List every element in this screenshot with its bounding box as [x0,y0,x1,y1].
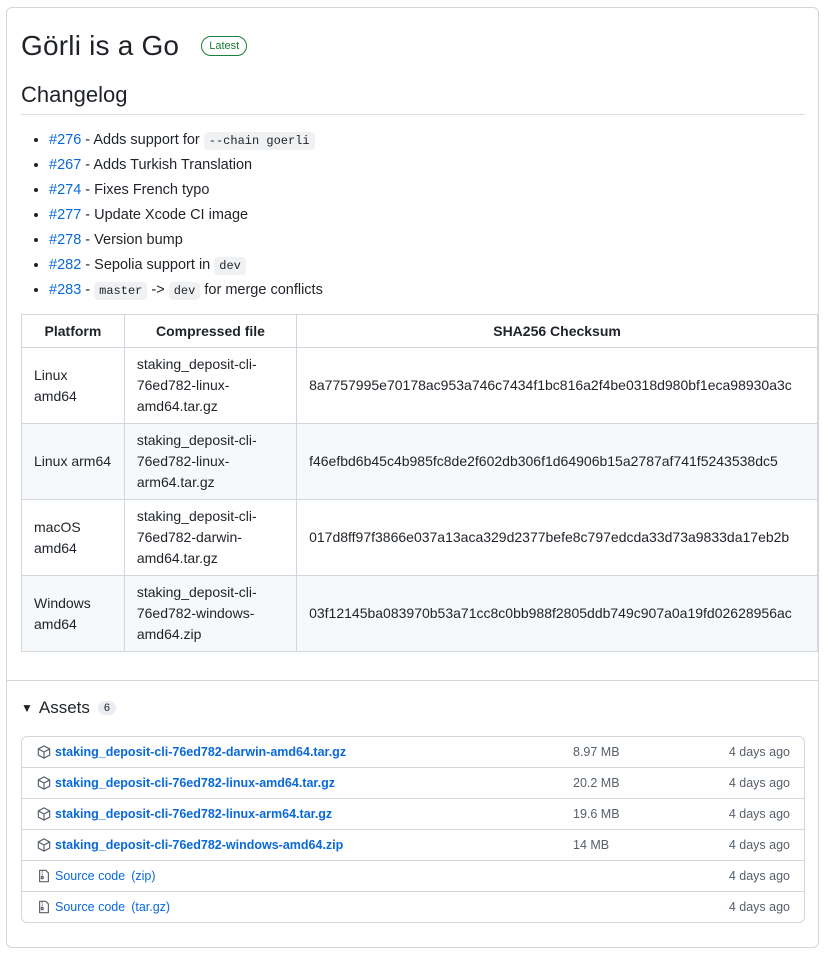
asset-date: 4 days ago [728,745,790,759]
changelog-item: #278 - Version bump [49,228,323,253]
asset-row: staking_deposit-cli-76ed782-linux-amd64.… [22,767,804,798]
table-row: Linux amd64 staking_deposit-cli-76ed782-… [21,347,818,424]
asset-size: 8.97 MB [573,745,620,759]
package-icon [37,838,51,852]
file-zip-icon [37,900,51,914]
asset-size: 20.2 MB [573,776,620,790]
changelog-item: #274 - Fixes French typo [49,178,323,203]
platform-cell: Linux arm64 [21,423,125,500]
sha-cell: 03f12145ba083970b53a71cc8c0bb988f2805ddb… [296,575,818,652]
column-header-platform: Platform [21,314,125,348]
asset-download-link[interactable]: staking_deposit-cli-76ed782-darwin-amd64… [55,745,346,759]
platform-cell: Linux amd64 [21,347,125,424]
source-code-link[interactable]: Source code [55,900,125,914]
inline-code: master [94,282,148,300]
changelog-item: #276 - Adds support for --chain goerli [49,128,323,153]
platform-cell: macOS amd64 [21,499,125,576]
assets-count-badge: 6 [97,701,117,715]
asset-size: 19.6 MB [573,807,620,821]
pr-link[interactable]: #276 [49,132,81,148]
source-format[interactable]: (zip) [131,869,155,883]
asset-date: 4 days ago [728,776,790,790]
release-title-row: Görli is a Go Latest [21,30,248,62]
package-icon [37,807,51,821]
column-header-checksum: SHA256 Checksum [296,314,818,348]
file-cell: staking_deposit-cli-76ed782-linux-amd64.… [123,347,298,424]
changelog-item: #277 - Update Xcode CI image [49,203,323,228]
changelog-text: - Adds Turkish Translation [81,157,253,173]
table-row: macOS amd64 staking_deposit-cli-76ed782-… [21,499,818,576]
changelog-item: #283 - master -> dev for merge conflicts [49,278,323,303]
changelog-text: - [81,282,95,298]
changelog-text: - Adds support for [81,132,204,148]
platform-cell: Windows amd64 [21,575,125,652]
caret-down-icon: ▼ [21,701,33,715]
source-code-link[interactable]: Source code [55,869,125,883]
changelog-item: #267 - Adds Turkish Translation [49,153,323,178]
changelog-text: for merge conflicts [200,282,323,298]
file-cell: staking_deposit-cli-76ed782-windows-amd6… [123,575,298,652]
section-divider [7,680,818,681]
asset-date: 4 days ago [728,807,790,821]
changelog-text: - Update Xcode CI image [81,207,249,223]
changelog-text: -> [147,282,169,298]
asset-size: 14 MB [573,838,610,852]
pr-link[interactable]: #267 [49,157,81,173]
asset-row: Source code (zip) 4 days ago [22,860,804,891]
file-zip-icon [37,869,51,883]
asset-row: staking_deposit-cli-76ed782-darwin-amd64… [22,737,804,767]
pr-link[interactable]: #277 [49,207,81,223]
sha-cell: f46efbd6b45c4b985fc8de2f602db306f1d64906… [296,423,818,500]
package-icon [37,776,51,790]
changelog-text: - Sepolia support in [81,257,215,273]
file-cell: staking_deposit-cli-76ed782-linux-arm64.… [123,423,298,500]
asset-download-link[interactable]: staking_deposit-cli-76ed782-linux-amd64.… [55,776,335,790]
pr-link[interactable]: #282 [49,257,81,273]
changelog-heading: Changelog [21,82,805,115]
inline-code: dev [168,282,201,300]
assets-toggle[interactable]: ▼ Assets 6 [21,698,117,718]
table-header-row: Platform Compressed file SHA256 Checksum [21,314,818,348]
latest-badge: Latest [201,36,248,56]
table-row: Linux arm64 staking_deposit-cli-76ed782-… [21,423,818,500]
release-card: Görli is a Go Latest Changelog #276 - Ad… [6,7,819,948]
file-cell: staking_deposit-cli-76ed782-darwin-amd64… [123,499,298,576]
pr-link[interactable]: #274 [49,182,81,198]
changelog-text: - Version bump [81,232,183,248]
asset-row: staking_deposit-cli-76ed782-windows-amd6… [22,829,804,860]
inline-code: dev [214,257,246,275]
asset-date: 4 days ago [728,900,790,914]
pr-link[interactable]: #278 [49,232,81,248]
asset-row: staking_deposit-cli-76ed782-linux-arm64.… [22,798,804,829]
inline-code: --chain goerli [203,132,315,150]
release-title[interactable]: Görli is a Go [21,30,179,62]
assets-title: Assets [38,698,90,717]
asset-row: Source code (tar.gz) 4 days ago [22,891,804,922]
sha-cell: 017d8ff97f3866e037a13aca329d2377befe8c79… [296,499,818,576]
column-header-file: Compressed file [123,314,298,348]
asset-download-link[interactable]: staking_deposit-cli-76ed782-linux-arm64.… [55,807,332,821]
asset-date: 4 days ago [728,869,790,883]
table-row: Windows amd64 staking_deposit-cli-76ed78… [21,575,818,652]
sha-cell: 8a7757995e70178ac953a746c7434f1bc816a2f4… [296,347,818,424]
package-icon [37,745,51,759]
pr-link[interactable]: #283 [49,282,81,298]
assets-list: staking_deposit-cli-76ed782-darwin-amd64… [21,736,805,923]
checksum-table: Platform Compressed file SHA256 Checksum… [21,314,818,652]
source-format[interactable]: (tar.gz) [131,900,170,914]
changelog-text: - Fixes French typo [81,182,210,198]
asset-date: 4 days ago [728,838,790,852]
asset-download-link[interactable]: staking_deposit-cli-76ed782-windows-amd6… [55,838,343,852]
changelog-list: #276 - Adds support for --chain goerli #… [21,128,323,303]
changelog-item: #282 - Sepolia support in dev [49,253,323,278]
